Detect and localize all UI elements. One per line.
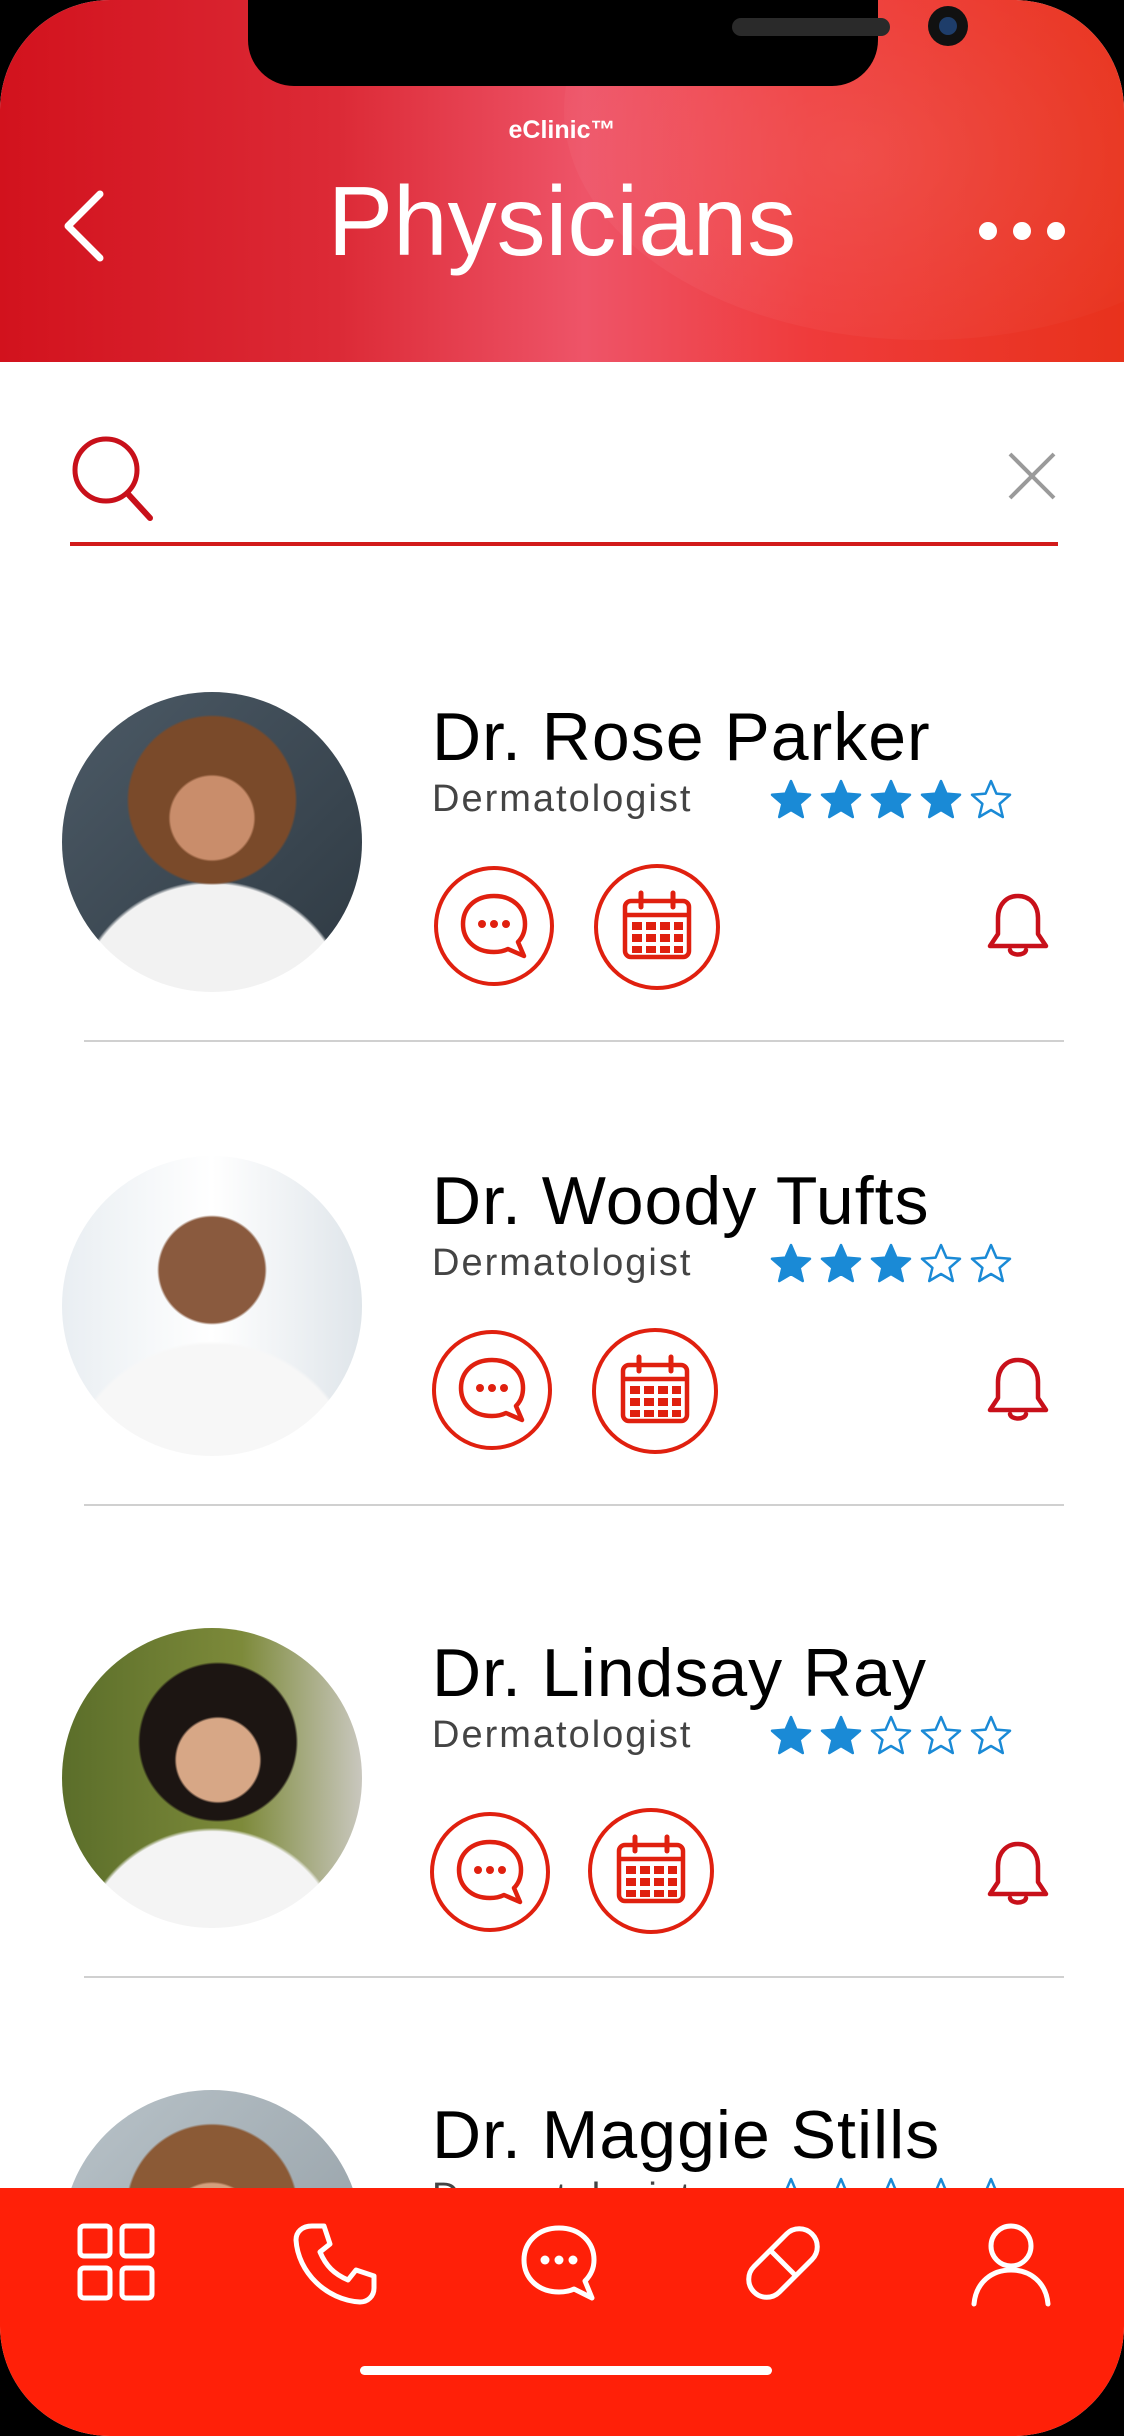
more-dots-icon[interactable]	[976, 214, 1068, 248]
physician-card[interactable]: Dr. Woody Tufts Dermatologist	[0, 1156, 1124, 1618]
search-bar	[70, 428, 1058, 546]
avatar	[62, 1628, 362, 1928]
physician-name: Dr. Rose Parker	[432, 699, 931, 775]
search-icon	[72, 436, 153, 521]
pill-icon[interactable]	[738, 2218, 828, 2308]
star-empty-icon	[920, 1715, 962, 1755]
tab-bar	[0, 2188, 1124, 2436]
grid-icon[interactable]	[72, 2218, 162, 2308]
star-rating	[768, 1714, 1014, 1756]
home-indicator[interactable]	[360, 2366, 772, 2375]
star-filled-icon	[920, 779, 962, 819]
physician-card[interactable]: Dr. Lindsay Ray Dermatologist	[0, 1628, 1124, 2090]
star-empty-icon	[920, 1243, 962, 1283]
star-rating	[768, 1242, 1014, 1284]
calendar-icon	[620, 1354, 690, 1424]
schedule-button[interactable]	[594, 864, 720, 990]
star-filled-icon	[770, 779, 812, 819]
physician-specialty: Dermatologist	[432, 778, 693, 820]
star-filled-icon	[770, 1715, 812, 1755]
star-filled-icon	[820, 1715, 862, 1755]
physician-specialty: Dermatologist	[432, 1242, 693, 1284]
divider	[84, 1976, 1064, 1978]
star-filled-icon	[820, 1243, 862, 1283]
app-brand: eClinic™	[508, 116, 616, 144]
user-icon[interactable]	[966, 2218, 1056, 2308]
physician-name: Dr. Woody Tufts	[432, 1163, 930, 1239]
star-empty-icon	[870, 1715, 912, 1755]
search-input[interactable]	[180, 442, 944, 514]
chat-bubble-icon	[456, 1839, 524, 1905]
phone-screen: eClinic™ Physicians Dr. Rose Parker Derm…	[0, 0, 1124, 2436]
header: eClinic™ Physicians	[0, 0, 1124, 362]
page-title: Physicians	[327, 166, 797, 276]
star-filled-icon	[870, 779, 912, 819]
physician-card[interactable]: Dr. Rose Parker Dermatologist	[0, 692, 1124, 1154]
divider	[84, 1040, 1064, 1042]
star-filled-icon	[770, 1243, 812, 1283]
bell-icon[interactable]	[982, 1838, 1054, 1910]
phone-icon[interactable]	[290, 2218, 380, 2308]
star-empty-icon	[970, 779, 1012, 819]
schedule-button[interactable]	[588, 1808, 714, 1934]
physician-specialty: Dermatologist	[432, 1714, 693, 1756]
speaker-grille	[732, 18, 890, 36]
star-empty-icon	[970, 1243, 1012, 1283]
physician-name: Dr. Maggie Stills	[432, 2097, 941, 2173]
chat-bubble-icon	[458, 1357, 526, 1423]
bell-icon[interactable]	[982, 1354, 1054, 1426]
schedule-button[interactable]	[592, 1328, 718, 1454]
physician-name: Dr. Lindsay Ray	[432, 1635, 927, 1711]
avatar	[62, 1156, 362, 1456]
divider	[84, 1504, 1064, 1506]
avatar	[62, 692, 362, 992]
calendar-icon	[616, 1834, 686, 1904]
device-notch	[248, 0, 968, 86]
close-icon[interactable]	[1004, 448, 1060, 504]
calendar-icon	[622, 890, 692, 960]
star-filled-icon	[870, 1243, 912, 1283]
chat-icon[interactable]	[514, 2218, 604, 2308]
bell-icon[interactable]	[982, 890, 1054, 962]
star-filled-icon	[820, 779, 862, 819]
chat-bubble-icon	[460, 893, 528, 959]
chat-button[interactable]	[432, 1330, 552, 1450]
chat-button[interactable]	[434, 866, 554, 986]
chat-button[interactable]	[430, 1812, 550, 1932]
star-rating	[768, 778, 1014, 820]
front-camera	[928, 6, 968, 46]
chevron-left-icon[interactable]	[58, 186, 110, 266]
star-empty-icon	[970, 1715, 1012, 1755]
